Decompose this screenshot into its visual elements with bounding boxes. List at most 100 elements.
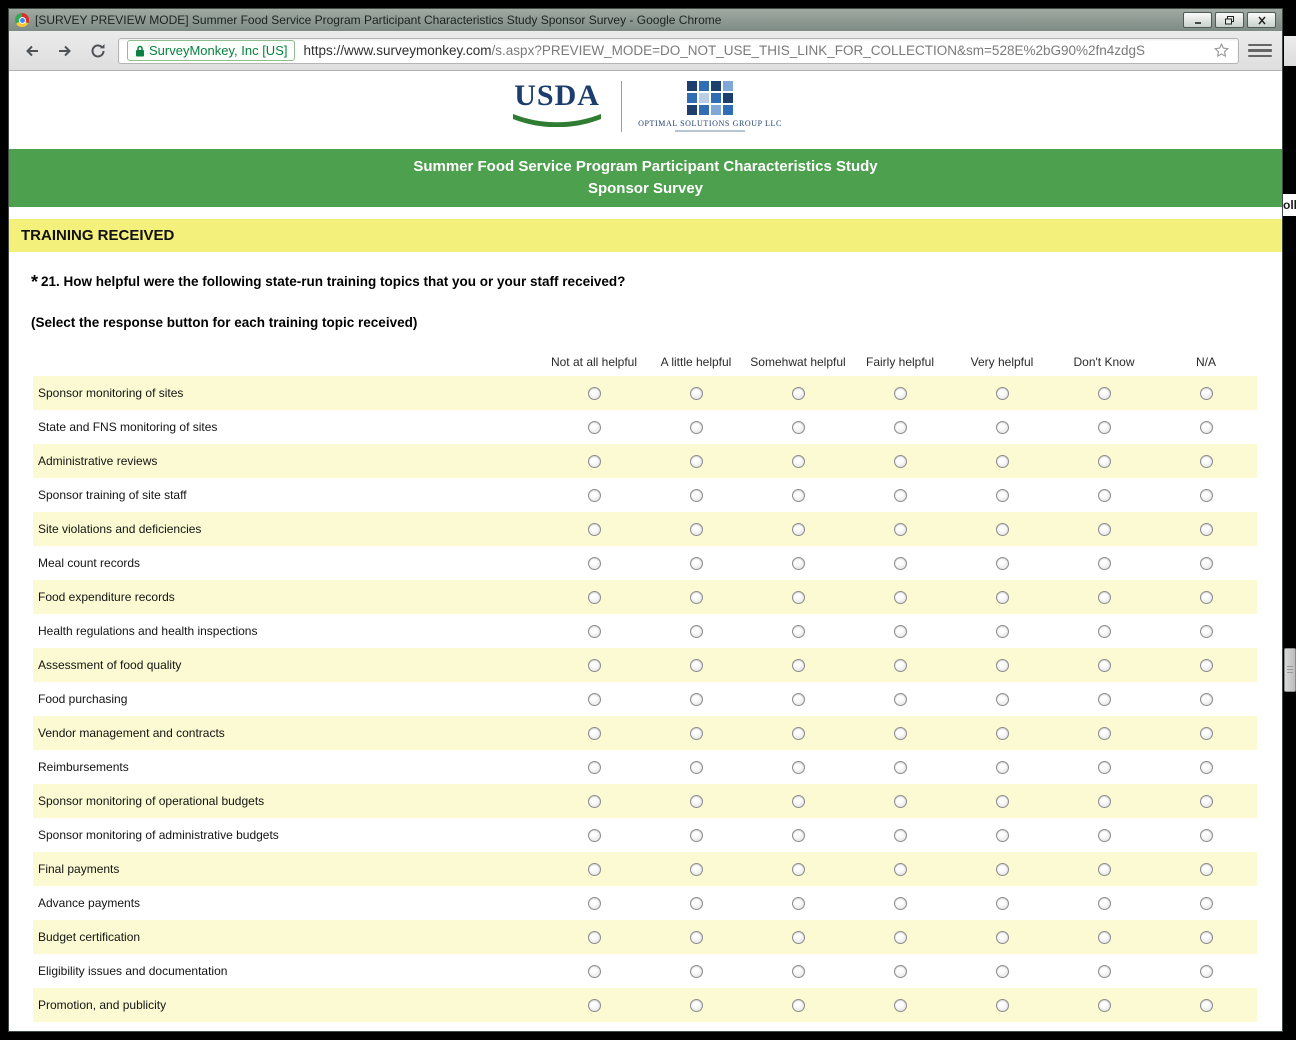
radio-button[interactable] [1200,863,1213,876]
radio-button[interactable] [894,795,907,808]
radio-button[interactable] [690,999,703,1012]
radio-button[interactable] [894,421,907,434]
radio-button[interactable] [996,659,1009,672]
radio-button[interactable] [1098,421,1111,434]
radio-button[interactable] [690,897,703,910]
radio-button[interactable] [1098,523,1111,536]
radio-button[interactable] [1200,761,1213,774]
radio-button[interactable] [792,863,805,876]
radio-button[interactable] [792,421,805,434]
radio-button[interactable] [1098,591,1111,604]
radio-button[interactable] [1200,523,1213,536]
radio-button[interactable] [1098,387,1111,400]
radio-button[interactable] [792,965,805,978]
forward-button[interactable] [52,38,78,64]
radio-button[interactable] [588,523,601,536]
radio-button[interactable] [1098,557,1111,570]
radio-button[interactable] [996,727,1009,740]
address-bar[interactable]: SurveyMonkey, Inc [US] https://www.surve… [118,38,1239,64]
security-badge[interactable]: SurveyMonkey, Inc [US] [127,40,295,61]
restore-button[interactable] [1215,12,1244,28]
close-button[interactable] [1247,12,1276,28]
radio-button[interactable] [792,523,805,536]
radio-button[interactable] [1098,829,1111,842]
radio-button[interactable] [588,829,601,842]
radio-button[interactable] [690,557,703,570]
radio-button[interactable] [996,761,1009,774]
radio-button[interactable] [588,659,601,672]
radio-button[interactable] [588,557,601,570]
radio-button[interactable] [690,659,703,672]
radio-button[interactable] [1098,965,1111,978]
radio-button[interactable] [1200,999,1213,1012]
radio-button[interactable] [792,557,805,570]
radio-button[interactable] [894,727,907,740]
radio-button[interactable] [1200,625,1213,638]
radio-button[interactable] [1200,727,1213,740]
radio-button[interactable] [588,999,601,1012]
radio-button[interactable] [996,591,1009,604]
radio-button[interactable] [792,693,805,706]
radio-button[interactable] [996,829,1009,842]
radio-button[interactable] [996,489,1009,502]
radio-button[interactable] [1098,489,1111,502]
radio-button[interactable] [588,489,601,502]
bookmark-star-icon[interactable] [1214,43,1230,58]
radio-button[interactable] [690,489,703,502]
radio-button[interactable] [996,693,1009,706]
radio-button[interactable] [894,761,907,774]
radio-button[interactable] [588,761,601,774]
radio-button[interactable] [894,965,907,978]
radio-button[interactable] [1200,489,1213,502]
radio-button[interactable] [792,591,805,604]
radio-button[interactable] [1098,897,1111,910]
radio-button[interactable] [1098,761,1111,774]
reload-button[interactable] [85,38,111,64]
radio-button[interactable] [792,727,805,740]
radio-button[interactable] [588,625,601,638]
radio-button[interactable] [1200,829,1213,842]
radio-button[interactable] [690,625,703,638]
radio-button[interactable] [690,421,703,434]
radio-button[interactable] [792,795,805,808]
titlebar[interactable]: [SURVEY PREVIEW MODE] Summer Food Servic… [9,9,1282,31]
radio-button[interactable] [1200,931,1213,944]
radio-button[interactable] [894,931,907,944]
radio-button[interactable] [1098,659,1111,672]
radio-button[interactable] [588,693,601,706]
radio-button[interactable] [1098,727,1111,740]
radio-button[interactable] [894,659,907,672]
radio-button[interactable] [894,455,907,468]
radio-button[interactable] [690,829,703,842]
radio-button[interactable] [996,421,1009,434]
radio-button[interactable] [792,455,805,468]
radio-button[interactable] [792,387,805,400]
radio-button[interactable] [1098,931,1111,944]
radio-button[interactable] [996,387,1009,400]
radio-button[interactable] [996,965,1009,978]
scrollbar-thumb[interactable] [1284,648,1296,692]
radio-button[interactable] [894,625,907,638]
radio-button[interactable] [588,863,601,876]
radio-button[interactable] [1098,693,1111,706]
radio-button[interactable] [894,897,907,910]
radio-button[interactable] [588,455,601,468]
radio-button[interactable] [1200,965,1213,978]
radio-button[interactable] [894,387,907,400]
radio-button[interactable] [1200,455,1213,468]
radio-button[interactable] [1200,591,1213,604]
radio-button[interactable] [588,387,601,400]
radio-button[interactable] [690,455,703,468]
radio-button[interactable] [588,727,601,740]
radio-button[interactable] [894,999,907,1012]
radio-button[interactable] [894,829,907,842]
radio-button[interactable] [690,387,703,400]
radio-button[interactable] [792,625,805,638]
radio-button[interactable] [1200,421,1213,434]
radio-button[interactable] [894,693,907,706]
menu-button[interactable] [1248,41,1272,61]
radio-button[interactable] [588,591,601,604]
radio-button[interactable] [1200,659,1213,672]
radio-button[interactable] [690,727,703,740]
radio-button[interactable] [588,931,601,944]
